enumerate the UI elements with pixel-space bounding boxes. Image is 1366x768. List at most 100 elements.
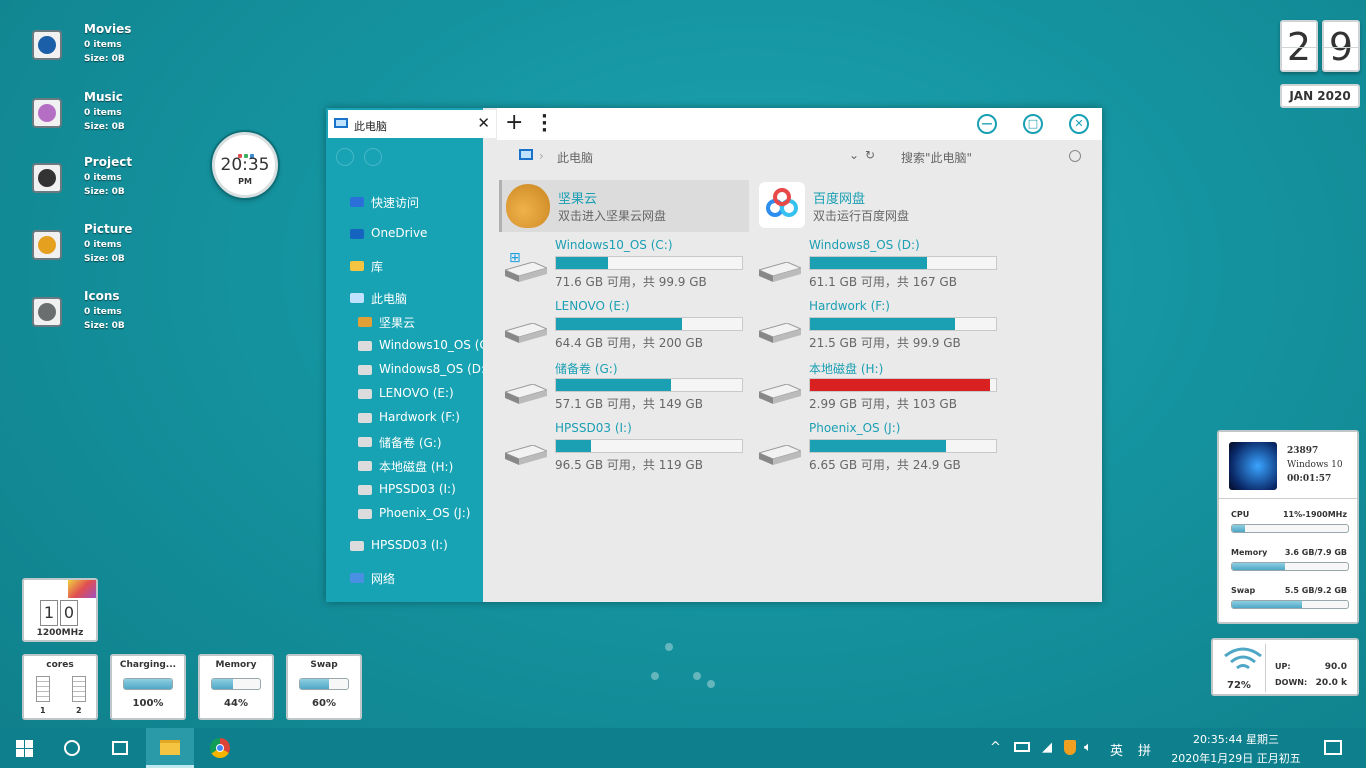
upload-speed: 90.0: [1324, 662, 1347, 672]
nav-icon: [358, 389, 372, 399]
drive-space: 61.1 GB 可用，共 167 GB: [809, 275, 957, 289]
chevron-down-icon[interactable]: ⌄: [849, 148, 859, 162]
drive-name: Hardwork (F:): [809, 299, 890, 313]
drive-usage-bar: [809, 317, 997, 331]
action-center-icon[interactable]: [1324, 740, 1342, 755]
app-baidu-netdisk[interactable]: 百度网盘 双击运行百度网盘: [757, 180, 1007, 232]
drive-tile[interactable]: ⊞ Windows10_OS (C:) 71.6 GB 可用，共 99.9 GB: [499, 238, 749, 294]
nav-label: 本地磁盘 (H:): [379, 460, 454, 474]
nav-subitem[interactable]: Windows8_OS (D:): [326, 362, 483, 382]
nav-subitem[interactable]: HPSSD03 (I:): [326, 482, 483, 502]
sysmon-line3: 00:01:57: [1287, 474, 1332, 484]
nav-subitem[interactable]: 坚果云: [326, 314, 483, 334]
drive-space: 64.4 GB 可用，共 200 GB: [555, 336, 703, 350]
search-input[interactable]: 搜索"此电脑": [901, 149, 972, 166]
nav-subitem[interactable]: Hardwork (F:): [326, 410, 483, 430]
desktop-folder-widget[interactable]: Music 0 items Size: 0B: [32, 90, 172, 144]
close-button[interactable]: ✕: [1069, 114, 1089, 134]
drive-tile[interactable]: LENOVO (E:) 64.4 GB 可用，共 200 GB: [499, 299, 749, 355]
nav-subitem[interactable]: LENOVO (E:): [326, 386, 483, 406]
network-icon[interactable]: ◢: [1042, 740, 1052, 755]
security-shield-icon[interactable]: [1064, 740, 1076, 755]
battery-icon[interactable]: [1014, 742, 1030, 752]
download-speed: 20.0 k: [1315, 678, 1347, 688]
drive-name: 储备卷 (G:): [555, 362, 618, 376]
taskbar-time[interactable]: 20:35:44 星期三: [1168, 731, 1304, 747]
cpu-bar: [1231, 524, 1349, 533]
search-icon[interactable]: [1069, 150, 1081, 162]
loading-dot: [707, 680, 715, 688]
minimize-button[interactable]: —: [977, 114, 997, 134]
nav-icon: [350, 293, 364, 303]
date-month: JAN 2020: [1280, 84, 1360, 108]
folder-size: Size: 0B: [84, 254, 125, 264]
nav-icon: [350, 541, 364, 551]
drive-usage-fill: [810, 379, 991, 391]
drive-tile[interactable]: 本地磁盘 (H:) 2.99 GB 可用，共 103 GB: [753, 360, 1003, 416]
desktop-folder-widget[interactable]: Icons 0 items Size: 0B: [32, 289, 172, 343]
nav-this-pc[interactable]: 此电脑: [326, 290, 483, 310]
window-toolbar: + · · · — □ ✕: [497, 108, 1102, 140]
ime-pinyin[interactable]: 拼: [1138, 740, 1151, 759]
nav-subitem[interactable]: Windows10_OS (C:): [326, 338, 483, 358]
address-path[interactable]: 此电脑: [557, 149, 593, 166]
nav-label: 快速访问: [371, 196, 420, 210]
nav-label: 此电脑: [371, 292, 408, 306]
cpu-value: 11%-1900MHz: [1282, 510, 1347, 519]
nav-onedrive[interactable]: OneDrive: [326, 226, 483, 246]
taskbar-date[interactable]: 2020年1月29日 正月初五: [1164, 750, 1308, 766]
chrome-taskbar-button[interactable]: [196, 728, 244, 768]
hard-drive-icon: ⊞: [503, 250, 549, 282]
drive-tile[interactable]: HPSSD03 (I:) 96.5 GB 可用，共 119 GB: [499, 421, 749, 477]
battery-widget: Charging... 100%: [110, 654, 186, 720]
desktop-folder-widget[interactable]: Movies 0 items Size: 0B: [32, 22, 172, 76]
tab-this-pc[interactable]: 此电脑 ✕: [328, 110, 496, 138]
chrome-icon: [210, 738, 230, 758]
nav-hpssd03[interactable]: HPSSD03 (I:): [326, 538, 483, 558]
back-button[interactable]: [336, 148, 354, 166]
task-view-button[interactable]: [96, 728, 144, 768]
sysmon-line1: 23897: [1287, 446, 1319, 456]
show-hidden-icons[interactable]: ^: [990, 740, 1001, 755]
refresh-icon[interactable]: ↻: [865, 148, 875, 162]
app-name: 百度网盘: [813, 192, 866, 207]
desktop-folder-widget[interactable]: Project 0 items Size: 0B: [32, 155, 172, 209]
drive-name: Phoenix_OS (J:): [809, 421, 901, 435]
forward-button[interactable]: [364, 148, 382, 166]
more-menu-icon[interactable]: · · ·: [541, 108, 548, 140]
taskbar: ^ ◢ 🔈︎ 英 拼 20:35:44 星期三 2020年1月29日 正月初五: [0, 728, 1366, 768]
maximize-button[interactable]: □: [1023, 114, 1043, 134]
file-explorer-taskbar-button[interactable]: [146, 728, 194, 768]
start-button[interactable]: [0, 728, 48, 768]
folder-icon: [32, 163, 62, 193]
nav-icon: [350, 197, 364, 207]
nav-label: LENOVO (E:): [379, 386, 454, 400]
nav-quick-access[interactable]: 快速访问: [326, 194, 483, 214]
nav-subitem[interactable]: 储备卷 (G:): [326, 434, 483, 454]
nav-subitem[interactable]: Phoenix_OS (J:): [326, 506, 483, 526]
folder-item-count: 0 items: [84, 173, 122, 183]
app-jianguoyun[interactable]: 坚果云 双击进入坚果云网盘: [499, 180, 749, 232]
nav-library[interactable]: 库: [326, 258, 483, 278]
nav-subitem[interactable]: 本地磁盘 (H:): [326, 458, 483, 478]
drive-tile[interactable]: 储备卷 (G:) 57.1 GB 可用，共 149 GB: [499, 360, 749, 416]
volume-icon[interactable]: 🔈︎: [1084, 740, 1092, 755]
clock-ampm: PM: [238, 177, 252, 186]
folder-name: Project: [84, 155, 133, 169]
battery-title: Charging...: [119, 660, 177, 670]
drive-tile[interactable]: Phoenix_OS (J:) 6.65 GB 可用，共 24.9 GB: [753, 421, 1003, 477]
cpu-digit-2: 0: [60, 600, 78, 626]
nav-network[interactable]: 网络: [326, 570, 483, 590]
nav-label: Hardwork (F:): [379, 410, 460, 424]
nav-label: 储备卷 (G:): [379, 436, 442, 450]
close-tab-icon[interactable]: ✕: [477, 114, 490, 132]
new-tab-button[interactable]: +: [505, 110, 523, 135]
desktop-folder-widget[interactable]: Picture 0 items Size: 0B: [32, 222, 172, 276]
memory-bar: [1231, 562, 1349, 571]
ime-mode[interactable]: 英: [1110, 740, 1123, 759]
folder-icon: [32, 230, 62, 260]
memory-bar: [211, 678, 261, 690]
drive-tile[interactable]: Windows8_OS (D:) 61.1 GB 可用，共 167 GB: [753, 238, 1003, 294]
search-button[interactable]: [48, 728, 96, 768]
drive-tile[interactable]: Hardwork (F:) 21.5 GB 可用，共 99.9 GB: [753, 299, 1003, 355]
